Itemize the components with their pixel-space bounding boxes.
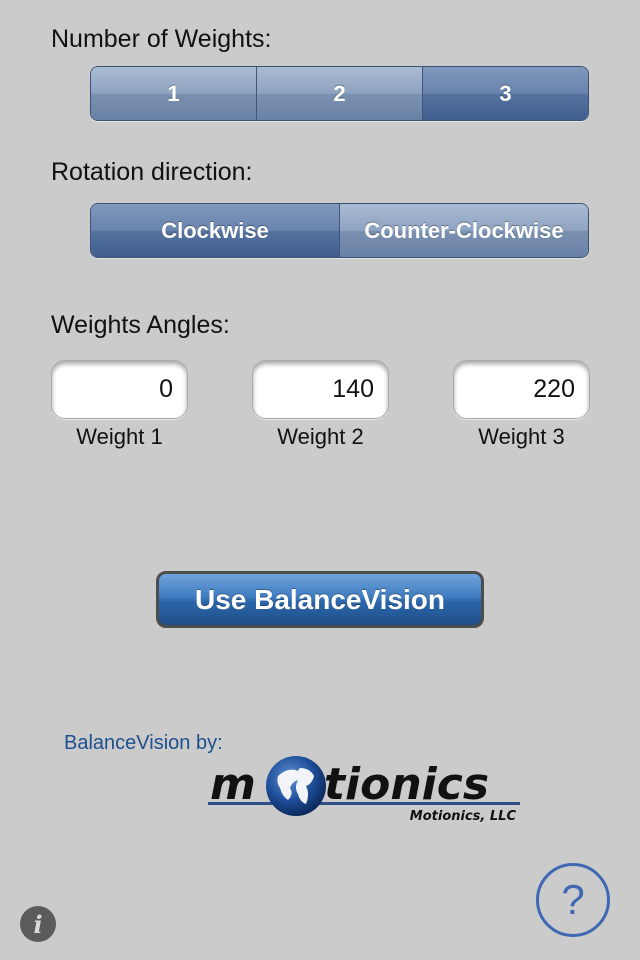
weights-angles-label: Weights Angles: xyxy=(51,311,230,339)
logo-subtitle: Motionics, LLC xyxy=(410,809,517,824)
rotation-direction-label: Rotation direction: xyxy=(51,158,253,186)
weight-3-label: Weight 3 xyxy=(478,424,565,449)
rotation-option-counter-clockwise[interactable]: Counter-Clockwise xyxy=(340,204,588,257)
weight-2-label: Weight 2 xyxy=(277,424,364,449)
weight-2-angle-input[interactable]: 140 xyxy=(252,360,389,419)
weight-1-label: Weight 1 xyxy=(76,424,163,449)
logo-text-m: m xyxy=(210,759,256,810)
number-of-weights-label: Number of Weights: xyxy=(51,25,272,53)
rotation-option-clockwise[interactable]: Clockwise xyxy=(91,204,340,257)
use-balancevision-button[interactable]: Use BalanceVision xyxy=(156,571,484,628)
globe-icon xyxy=(266,756,326,816)
weights-option-3[interactable]: 3 xyxy=(423,67,588,120)
help-icon[interactable]: ? xyxy=(536,863,610,937)
number-of-weights-segmented-control: 1 2 3 xyxy=(90,66,589,121)
weight-3-angle-input[interactable]: 220 xyxy=(453,360,590,419)
logo-text-tionics: tionics xyxy=(324,759,489,810)
weights-option-2[interactable]: 2 xyxy=(257,67,423,120)
weight-1-angle-input[interactable]: 0 xyxy=(51,360,188,419)
balancevision-by-label: BalanceVision by: xyxy=(64,732,223,754)
rotation-direction-segmented-control: Clockwise Counter-Clockwise xyxy=(90,203,589,258)
info-icon[interactable]: i xyxy=(20,906,56,942)
weights-option-1[interactable]: 1 xyxy=(91,67,257,120)
motionics-logo: m tionics Motionics, LLC xyxy=(208,754,520,826)
motionics-logo-graphic: m tionics Motionics, LLC xyxy=(208,756,520,824)
